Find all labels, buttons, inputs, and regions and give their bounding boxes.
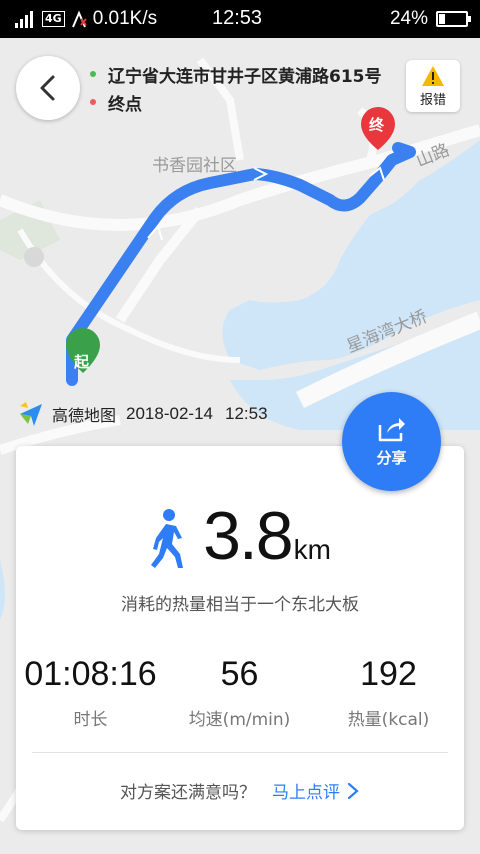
feedback-question: 对方案还满意吗？ (120, 783, 256, 803)
signal-icon (71, 10, 87, 28)
report-error-label: 报错 (419, 92, 446, 108)
share-button[interactable]: 分享 (342, 392, 441, 491)
divider (32, 752, 448, 753)
calorie-comparison: 消耗的热量相当于一个东北大板 (121, 595, 359, 615)
stat-duration: 01:08:16 时长 (16, 655, 165, 731)
watermark-time: 12:53 (224, 404, 268, 423)
stat-value: 01:08:16 (24, 655, 157, 693)
stat-label: 热量(kcal) (347, 710, 430, 731)
watermark-date: 2018-02-14 (126, 404, 213, 423)
chevron-left-icon (40, 75, 55, 101)
amap-logo-icon (20, 402, 42, 426)
distance-value: 3.8 (203, 498, 294, 574)
stat-value: 192 (360, 655, 417, 693)
rate-now-label: 马上点评 (272, 783, 340, 803)
route-info: 辽宁省大连市甘井子区黄浦路615号 终点 (90, 60, 382, 116)
stat-speed: 56 均速(m/min) (165, 655, 314, 731)
origin-dot-icon (90, 71, 96, 77)
stat-label: 时长 (73, 710, 108, 731)
stats-row: 01:08:16 时长 56 均速(m/min) 192 热量(kcal) (16, 655, 464, 731)
distance-row: 3.8 km (16, 502, 464, 570)
back-button[interactable] (16, 56, 80, 120)
map-watermark: 高德地图 2018-02-14 12:53 (18, 400, 268, 428)
feedback-row: 对方案还满意吗？ 马上点评 (16, 778, 464, 803)
stat-value: 56 (220, 655, 259, 693)
wifi-icon (15, 11, 33, 28)
report-error-button[interactable]: 报错 (406, 60, 460, 112)
summary-card: 3.8 km 消耗的热量相当于一个东北大板 01:08:16 时长 56 均速(… (16, 446, 464, 830)
rate-now-link[interactable]: 马上点评 (272, 778, 360, 803)
battery-level (439, 14, 446, 24)
end-marker-label: 终 (369, 116, 385, 134)
coast-water (0, 560, 5, 620)
share-icon (378, 418, 405, 442)
chevron-right-icon (347, 782, 359, 799)
battery-percent: 24% (389, 8, 428, 29)
status-bar: 4G 0.01K/s 12:53 24% (0, 0, 480, 38)
battery-icon (436, 11, 471, 27)
network-type: 4G (42, 11, 65, 27)
network-speed: 0.01K/s (92, 8, 158, 29)
origin-address: 辽宁省大连市甘井子区黄浦路615号 (108, 66, 382, 87)
share-label: 分享 (376, 449, 407, 467)
map-poi-icon (24, 247, 44, 267)
status-time: 12:53 (212, 7, 263, 29)
brand-name: 高德地图 (52, 406, 117, 425)
warning-icon (422, 65, 444, 86)
stat-label: 均速(m/min) (188, 710, 291, 731)
walking-person-icon (151, 509, 184, 568)
start-marker-label: 起 (74, 353, 90, 371)
distance-unit: km (293, 534, 331, 565)
map-label-community: 书香园社区 (152, 156, 237, 176)
stat-calories: 192 热量(kcal) (314, 655, 463, 731)
destination-dot-icon (90, 99, 96, 105)
destination-name: 终点 (108, 94, 142, 115)
